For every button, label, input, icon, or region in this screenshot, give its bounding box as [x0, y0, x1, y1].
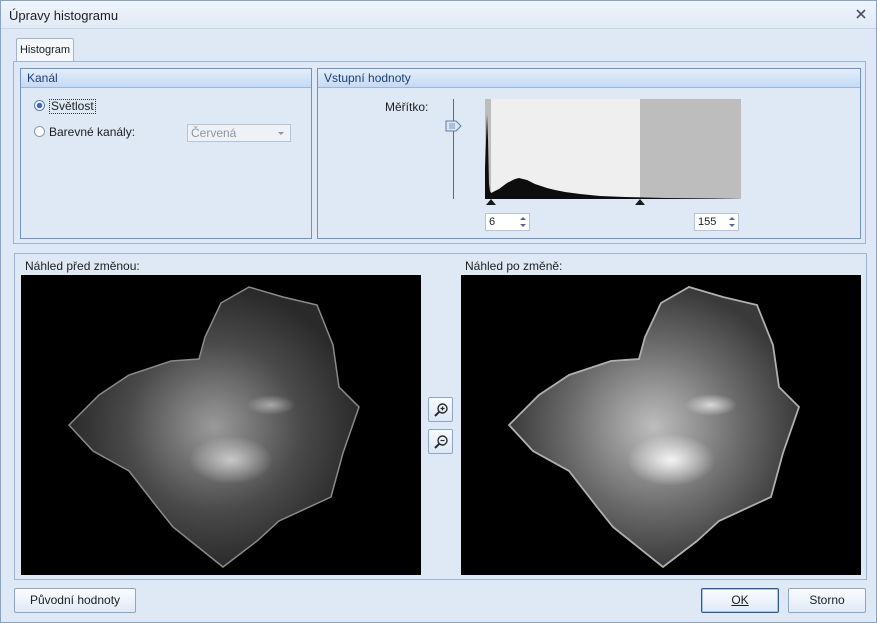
reset-button[interactable]: Původní hodnoty — [14, 588, 136, 613]
histogram-chart[interactable] — [485, 99, 741, 199]
bright-region — [685, 394, 737, 416]
min-handle[interactable] — [486, 199, 496, 205]
scale-label: Měřítko: — [385, 100, 429, 114]
tab-histogram[interactable]: Histogram — [16, 38, 74, 62]
title-bar: Úpravy histogramu — [1, 1, 876, 29]
brightness-radio[interactable] — [34, 100, 45, 111]
max-value: 155 — [698, 216, 717, 228]
bright-region — [627, 434, 715, 486]
max-handle[interactable] — [635, 199, 645, 205]
bright-region — [247, 395, 295, 415]
zoom-out-icon — [434, 435, 448, 449]
chevron-down-icon — [278, 132, 284, 135]
preview-after-image[interactable] — [461, 275, 861, 575]
cell-shape — [67, 286, 360, 568]
close-icon[interactable] — [852, 5, 870, 23]
spin-up-icon[interactable] — [729, 217, 735, 220]
window-title: Úpravy histogramu — [9, 8, 119, 23]
spin-down-icon[interactable] — [520, 224, 526, 227]
scale-slider-track[interactable] — [453, 99, 454, 199]
histogram-dialog: Úpravy histogramu Histogram Kanál Světlo… — [0, 0, 877, 623]
cancel-button[interactable]: Storno — [788, 588, 866, 613]
input-values-header: Vstupní hodnoty — [318, 69, 860, 88]
zoom-out-button[interactable] — [428, 429, 453, 454]
color-channels-label[interactable]: Barevné kanály: — [49, 125, 135, 139]
channel-group-header: Kanál — [21, 69, 311, 88]
spin-up-icon[interactable] — [520, 217, 526, 220]
ok-button[interactable]: OK — [701, 588, 779, 613]
zoom-in-button[interactable] — [428, 397, 453, 422]
cell-shape — [507, 286, 801, 569]
preview-before-label: Náhled před změnou: — [25, 259, 140, 273]
channel-select-value: Červená — [191, 126, 237, 140]
channel-group: Kanál — [20, 68, 312, 239]
preview-before-image[interactable] — [21, 275, 421, 575]
color-channels-radio[interactable] — [34, 126, 45, 137]
max-value-spinner[interactable]: 155 — [694, 213, 739, 231]
preview-after-label: Náhled po změně: — [465, 259, 563, 273]
brightness-label[interactable]: Světlost — [49, 99, 96, 114]
bright-region — [189, 436, 273, 484]
ok-button-label: OK — [731, 593, 749, 607]
spin-down-icon[interactable] — [729, 224, 735, 227]
channel-select[interactable]: Červená — [187, 124, 291, 142]
min-value-spinner[interactable]: 6 — [485, 213, 530, 231]
min-value: 6 — [489, 216, 496, 228]
zoom-in-icon — [434, 403, 448, 417]
clipped-high-region — [640, 99, 741, 199]
scale-slider-thumb[interactable] — [445, 120, 462, 132]
